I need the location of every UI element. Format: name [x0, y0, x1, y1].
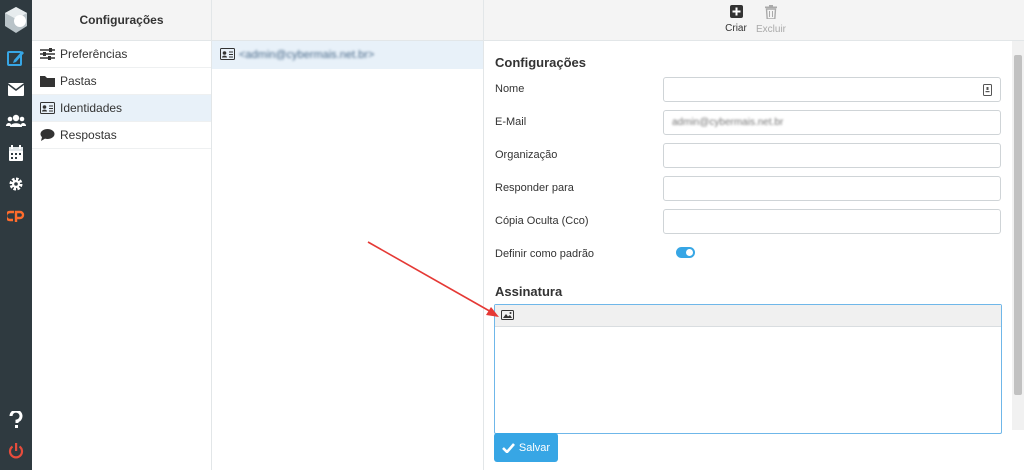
logo-icon: [5, 7, 27, 33]
image-icon[interactable]: [501, 309, 514, 323]
organization-label: Organização: [495, 149, 558, 161]
default-row: Definir como padrão: [495, 242, 1005, 268]
contact-card-icon: [983, 84, 992, 99]
email-value: admin@cybermais.net.br: [672, 117, 784, 128]
sidebar-item-label: Respostas: [60, 128, 117, 142]
scrollbar-thumb[interactable]: [1014, 55, 1022, 395]
check-icon: [501, 442, 515, 453]
mail-icon[interactable]: [6, 79, 26, 99]
bcc-input[interactable]: [663, 209, 1001, 234]
sidebar-item-label: Identidades: [60, 101, 123, 115]
email-row: E-Mail admin@cybermais.net.br: [495, 110, 1005, 136]
app-rail: [0, 0, 32, 470]
editor-toolbar: [495, 305, 1001, 327]
organization-row: Organização: [495, 143, 1005, 169]
save-button[interactable]: Salvar: [494, 433, 558, 462]
compose-icon[interactable]: [6, 48, 26, 68]
sidebar-item-preferences[interactable]: Preferências: [32, 41, 211, 68]
signature-editor[interactable]: [494, 304, 1002, 434]
name-row: Nome: [495, 77, 1005, 103]
bcc-label: Cópia Oculta (Cco): [495, 215, 589, 227]
settings-sidebar: Configurações Preferências Pastas Identi…: [32, 0, 212, 470]
settings-gear-icon[interactable]: [6, 174, 26, 194]
email-field[interactable]: admin@cybermais.net.br: [663, 110, 1001, 135]
bcc-row: Cópia Oculta (Cco): [495, 209, 1005, 235]
contacts-icon[interactable]: [6, 111, 26, 131]
identity-email: <admin@cybermais.net.br>: [239, 49, 375, 61]
reply-to-row: Responder para: [495, 176, 1005, 202]
signature-title: Assinatura: [495, 284, 563, 299]
sidebar-item-label: Pastas: [60, 74, 97, 88]
name-label: Nome: [495, 83, 525, 95]
reply-to-label: Responder para: [495, 182, 574, 194]
identity-editor: Criar Excluir Configurações Nome E-Mail …: [484, 0, 1024, 470]
id-card-icon: [220, 47, 235, 63]
sidebar-item-folders[interactable]: Pastas: [32, 68, 211, 95]
identities-header: [212, 0, 483, 41]
default-label: Definir como padrão: [495, 248, 595, 260]
organization-input[interactable]: [663, 143, 1001, 168]
sidebar-item-responses[interactable]: Respostas: [32, 122, 211, 149]
comment-icon: [39, 128, 55, 142]
default-toggle[interactable]: [676, 247, 695, 258]
identities-list: <admin@cybermais.net.br>: [212, 0, 484, 470]
name-input[interactable]: [663, 77, 1001, 102]
sidebar-header: Configurações: [32, 0, 211, 41]
sidebar-item-label: Preferências: [60, 47, 128, 61]
calendar-icon[interactable]: [6, 143, 26, 163]
id-card-icon: [39, 101, 55, 115]
folder-icon: [39, 74, 55, 88]
sidebar-title: Configurações: [79, 13, 164, 27]
save-label: Salvar: [518, 441, 551, 454]
logout-power-icon[interactable]: [6, 441, 26, 461]
list-item[interactable]: <admin@cybermais.net.br>: [212, 41, 483, 69]
cpanel-icon[interactable]: [6, 206, 26, 226]
email-label: E-Mail: [495, 116, 527, 128]
sidebar-item-identities[interactable]: Identidades: [32, 95, 211, 122]
reply-to-input[interactable]: [663, 176, 1001, 201]
sliders-icon: [39, 47, 55, 61]
help-icon[interactable]: [6, 410, 26, 430]
scrollbar[interactable]: [1012, 41, 1024, 430]
